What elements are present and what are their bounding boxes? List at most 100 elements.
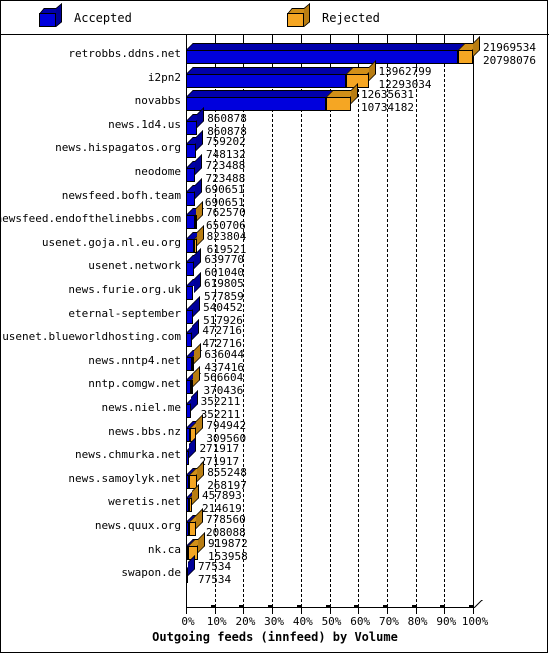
bar-segment-accepted[interactable] xyxy=(186,286,194,300)
bar-segment-accepted[interactable] xyxy=(186,569,188,584)
bar-segment-accepted[interactable] xyxy=(186,144,196,159)
bar-row: 759202 748132 xyxy=(186,130,473,161)
bar-segment-rejected[interactable] xyxy=(188,522,197,536)
bar-segment-rejected[interactable] xyxy=(190,380,194,395)
x-axis-label: 100% xyxy=(461,615,489,628)
bar-value-total: 457893 xyxy=(202,489,242,503)
bar-value-total: 778560 xyxy=(206,513,246,526)
x-axis-label: 30% xyxy=(264,615,285,628)
bar-value-total: 860878 xyxy=(207,111,247,125)
stacked-bar[interactable] xyxy=(186,224,204,253)
bar-value-labels: 639770 601040 xyxy=(204,253,244,279)
bar-value-labels: 352211 352211 xyxy=(201,395,241,421)
x-axis-tick-cap xyxy=(268,605,273,608)
bar-side-face xyxy=(193,366,201,388)
stacked-bar[interactable] xyxy=(186,390,198,418)
bar-row: 457893 214619 xyxy=(186,484,473,515)
bar-row: 636044 437416 xyxy=(186,342,473,374)
bar-row: 619805 577859 xyxy=(186,272,473,303)
bar-row: 794942 309560 xyxy=(186,413,473,445)
stacked-bar[interactable] xyxy=(186,366,201,395)
legend-item-rejected: Rejected xyxy=(287,1,380,35)
stacked-bar[interactable] xyxy=(186,106,205,135)
chart-title: Outgoing feeds (innfeed) by Volume xyxy=(152,630,398,644)
bar-segment-accepted[interactable] xyxy=(186,97,327,112)
stacked-bar[interactable] xyxy=(186,83,359,112)
bar-segment-rejected[interactable] xyxy=(194,238,197,253)
bar-value-labels: 794942 309560 xyxy=(206,419,246,445)
y-axis-label: newsfeed.endofthelinebbs.com xyxy=(0,212,181,226)
x-axis-label: 80% xyxy=(407,615,428,628)
bar-value-total: 540452 xyxy=(203,300,243,314)
x-axis-tick xyxy=(386,607,388,614)
bar-segment-accepted[interactable] xyxy=(186,238,195,253)
stacked-bar[interactable] xyxy=(186,555,195,584)
y-axis-label: usenet.network xyxy=(88,259,181,273)
bar-segment-accepted[interactable] xyxy=(186,333,193,348)
bar-value-total: 690651 xyxy=(204,182,245,196)
bar-segment-rejected[interactable] xyxy=(194,215,197,230)
bar-value-labels: 855248 268197 xyxy=(207,466,247,492)
bar-value-total: 619805 xyxy=(204,277,244,290)
stacked-bar[interactable] xyxy=(186,177,202,206)
bar-value-labels: 457893 214619 xyxy=(202,489,242,515)
legend-swatch-orange-icon xyxy=(287,2,311,28)
bar-top-face xyxy=(186,43,480,50)
bar-segment-rejected[interactable] xyxy=(457,50,473,64)
y-axis-label: news.hispagatos.org xyxy=(55,141,181,155)
bar-value-total: 636044 xyxy=(204,347,245,361)
legend-swatch-blue-icon xyxy=(39,2,63,28)
y-axis-label: news.bbs.nz xyxy=(108,424,181,438)
bar-side-face xyxy=(473,36,480,57)
stacked-bar[interactable] xyxy=(186,154,203,182)
legend-label-rejected: Rejected xyxy=(322,11,380,25)
bar-value-total: 723488 xyxy=(205,159,246,172)
x-axis-tick xyxy=(272,607,274,614)
bar-segment-accepted[interactable] xyxy=(186,262,194,277)
x-axis-tick xyxy=(186,607,187,614)
stacked-bar[interactable] xyxy=(186,437,197,466)
stacked-bar[interactable] xyxy=(186,272,202,300)
x-axis-tick-cap xyxy=(210,605,215,608)
y-axis-label: news.niel.me xyxy=(101,401,181,414)
bar-value-labels: 919872 153958 xyxy=(208,537,248,563)
y-axis-label: novabbs xyxy=(134,94,181,108)
bar-row: 762570 650706 xyxy=(186,201,473,232)
bar-segment-accepted[interactable] xyxy=(186,451,190,466)
bar-segment-rejected[interactable] xyxy=(188,498,193,513)
y-axis-label: news.samoylyk.net xyxy=(68,471,181,485)
bar-value-labels: 77534 77534 xyxy=(198,560,231,586)
bar-segment-rejected[interactable] xyxy=(191,356,195,371)
stacked-bar[interactable] xyxy=(186,130,204,159)
stacked-bar[interactable] xyxy=(186,201,204,230)
x-axis-tick-cap xyxy=(382,605,387,608)
bar-segment-accepted[interactable] xyxy=(186,215,195,230)
bar-segment-accepted[interactable] xyxy=(186,404,191,418)
x-axis-tick-cap xyxy=(239,605,244,608)
x-axis-tick xyxy=(329,607,331,614)
stacked-bar[interactable] xyxy=(186,248,202,277)
stacked-bar[interactable] xyxy=(186,36,480,64)
bar-segment-rejected[interactable] xyxy=(326,97,351,112)
x-axis-label: 60% xyxy=(350,615,371,628)
stacked-bar[interactable] xyxy=(186,319,200,348)
bar-segment-accepted[interactable] xyxy=(186,50,458,64)
bar-row: 21969534 20798076 xyxy=(186,36,536,67)
stacked-bar[interactable] xyxy=(186,59,376,88)
y-axis-label: usenet.blueworldhosting.com xyxy=(2,330,181,344)
bar-segment-accepted[interactable] xyxy=(186,120,198,135)
bar-segment-accepted[interactable] xyxy=(186,168,196,182)
bar-segment-accepted[interactable] xyxy=(186,309,193,324)
bar-value-total: 919872 xyxy=(208,536,248,550)
stacked-bar[interactable] xyxy=(186,508,204,536)
bar-row: 690651 690651 xyxy=(186,177,473,209)
bar-value-labels: 778560 208088 xyxy=(206,513,246,539)
stacked-bar[interactable] xyxy=(186,484,200,513)
bar-segment-accepted[interactable] xyxy=(186,191,195,206)
x-axis-tick-cap xyxy=(440,605,445,608)
stacked-bar[interactable] xyxy=(186,342,202,371)
bar-value-total: 271917 xyxy=(199,442,240,456)
stacked-bar[interactable] xyxy=(186,295,201,324)
bar-segment-accepted[interactable] xyxy=(186,73,347,88)
chart-window: Accepted Rejected retrobbs.ddns.net i2pn2… xyxy=(0,0,549,653)
